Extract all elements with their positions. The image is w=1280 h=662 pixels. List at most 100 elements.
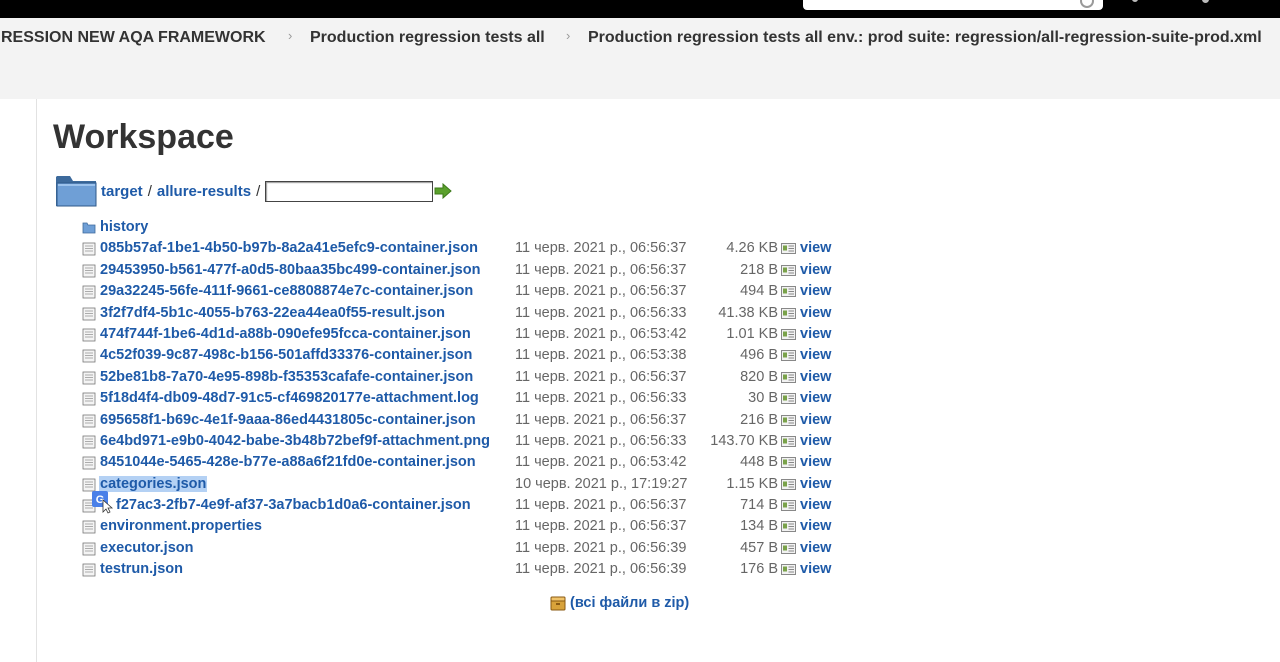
file-row: 52be81b8-7a70-4e95-898b-f35353cafafe-con… <box>82 367 842 388</box>
folder-link[interactable]: history <box>99 219 149 235</box>
view-link[interactable]: view <box>800 518 831 534</box>
file-size: 714 B <box>740 497 778 514</box>
view-icon[interactable] <box>781 500 796 512</box>
file-date: 11 черв. 2021 р., 06:56:37 <box>515 518 687 535</box>
view-icon[interactable] <box>781 286 796 298</box>
file-size: 4.26 KB <box>726 240 778 257</box>
view-icon[interactable] <box>781 243 796 255</box>
view-link[interactable]: view <box>800 412 831 428</box>
help-icon[interactable] <box>1132 0 1138 2</box>
file-row: 474f744f-1be6-4d1d-a88b-090efe95fcca-con… <box>82 324 842 345</box>
file-row: 3f2f7df4-5b1c-4055-b763-22ea44ea0f55-res… <box>82 303 842 324</box>
file-size: 134 B <box>740 518 778 535</box>
file-link[interactable]: 085b57af-1be1-4b50-b97b-8a2a41e5efc9-con… <box>99 240 479 256</box>
view-icon[interactable] <box>781 457 796 469</box>
path-segment-allure-results[interactable]: allure-results <box>157 183 251 200</box>
view-icon[interactable] <box>781 521 796 533</box>
file-size: 41.38 KB <box>718 304 778 321</box>
view-link[interactable]: view <box>800 240 831 256</box>
file-date: 11 черв. 2021 р., 06:56:37 <box>515 240 687 257</box>
view-link[interactable]: view <box>800 561 831 577</box>
download-zip-link[interactable]: (всі файли в zip) <box>570 595 689 611</box>
view-link[interactable]: view <box>800 347 831 363</box>
view-icon[interactable] <box>781 307 796 319</box>
user-icon[interactable] <box>1202 0 1209 3</box>
file-size: 176 B <box>740 561 778 578</box>
file-row: testrun.json 11 черв. 2021 р., 06:56:39 17… <box>82 559 842 580</box>
view-link[interactable]: view <box>800 305 831 321</box>
file-link[interactable]: 6e4bd971-e9b0-4042-babe-3b48b72bef9f-att… <box>99 433 491 449</box>
view-link[interactable]: view <box>800 497 831 513</box>
view-link[interactable]: view <box>800 433 831 449</box>
file-date: 11 черв. 2021 р., 06:53:38 <box>515 347 687 364</box>
view-icon[interactable] <box>781 328 796 340</box>
view-icon[interactable] <box>781 542 796 554</box>
file-row: executor.json 11 черв. 2021 р., 06:56:39 4… <box>82 538 842 559</box>
view-link[interactable]: view <box>800 326 831 342</box>
file-link[interactable]: categories.json <box>99 475 208 492</box>
file-link[interactable]: environment.properties <box>99 518 263 534</box>
folder-icon <box>82 222 96 234</box>
file-size: 496 B <box>740 347 778 364</box>
view-icon[interactable] <box>781 435 796 447</box>
view-link[interactable]: view <box>800 540 831 556</box>
file-size: 216 B <box>740 411 778 428</box>
file-date: 11 черв. 2021 р., 06:56:39 <box>515 561 687 578</box>
file-row: 6e4bd971-e9b0-4042-babe-3b48b72bef9f-att… <box>82 431 842 452</box>
breadcrumb-item-configuration[interactable]: Production regression tests all env.: pr… <box>588 29 1262 47</box>
go-arrow-icon[interactable] <box>434 183 453 199</box>
file-date: 11 черв. 2021 р., 06:56:37 <box>515 261 687 278</box>
file-size: 30 B <box>748 390 778 407</box>
file-icon <box>82 307 96 320</box>
file-icon <box>82 456 96 470</box>
file-icon <box>82 328 96 342</box>
view-link[interactable]: view <box>800 454 831 470</box>
file-link[interactable]: testrun.json <box>99 561 184 577</box>
view-icon[interactable] <box>781 350 796 362</box>
path-segment-target[interactable]: target <box>101 183 143 200</box>
file-icon <box>82 285 96 299</box>
view-link[interactable]: view <box>800 476 831 492</box>
download-zip[interactable]: (всі файли в zip) <box>550 595 689 611</box>
file-link[interactable]: 3f2f7df4-5b1c-4055-b763-22ea44ea0f55-res… <box>99 305 446 321</box>
view-icon[interactable] <box>781 264 796 276</box>
path-filter-input[interactable] <box>265 180 434 202</box>
view-link[interactable]: view <box>800 262 831 278</box>
file-size: 1.15 KB <box>726 475 778 492</box>
file-link[interactable]: executor.json <box>99 540 194 556</box>
file-link[interactable]: 474f744f-1be6-4d1d-a88b-090efe95fcca-con… <box>99 326 472 342</box>
file-link[interactable]: 52be81b8-7a70-4e95-898b-f35353cafafe-con… <box>99 369 474 385</box>
translate-icon[interactable]: G <box>91 490 115 514</box>
file-row: 695658f1-b69c-4e1f-9aaa-86ed4431805c-con… <box>82 410 842 431</box>
file-row: f27ac3-2fb7-4e9f-af37-3a7bacb1d0a6-conta… <box>82 491 842 516</box>
search-input[interactable] <box>803 0 1103 10</box>
file-icon <box>82 414 96 427</box>
file-link[interactable]: 8451044e-5465-428e-b77e-a88a6f21fd0e-con… <box>99 454 477 470</box>
file-link[interactable]: 4c52f039-9c87-498c-b156-501affd33376-con… <box>99 347 473 363</box>
view-icon[interactable] <box>781 371 796 383</box>
file-size: 218 B <box>740 261 778 278</box>
file-row: 29453950-b561-477f-a0d5-80baa35bc499-con… <box>82 260 842 281</box>
view-icon[interactable] <box>781 414 796 426</box>
breadcrumb-separator-icon: › <box>566 28 571 43</box>
view-icon[interactable] <box>781 564 796 576</box>
file-link[interactable]: 29453950-b561-477f-a0d5-80baa35bc499-con… <box>99 262 481 278</box>
file-link[interactable]: 5f18d4f4-db09-48d7-91c5-cf469820177e-att… <box>99 390 480 406</box>
file-icon <box>82 392 96 406</box>
file-size: 143.70 KB <box>710 432 778 449</box>
file-link[interactable]: f27ac3-2fb7-4e9f-af37-3a7bacb1d0a6-conta… <box>115 497 472 513</box>
view-link[interactable]: view <box>800 283 831 299</box>
file-row: 29a32245-56fe-411f-9661-ce8808874e7c-con… <box>82 281 842 302</box>
view-icon[interactable] <box>781 393 796 405</box>
file-icon <box>82 264 96 278</box>
view-icon[interactable] <box>781 478 796 490</box>
view-link[interactable]: view <box>800 369 831 385</box>
file-row: environment.properties 11 черв. 2021 р., … <box>82 516 842 537</box>
file-link[interactable]: 29a32245-56fe-411f-9661-ce8808874e7c-con… <box>99 283 474 299</box>
breadcrumb-item-job[interactable]: Production regression tests all <box>310 29 545 47</box>
file-link[interactable]: 695658f1-b69c-4e1f-9aaa-86ed4431805c-con… <box>99 412 477 428</box>
sidebar-divider <box>36 99 37 662</box>
file-icon <box>82 371 96 385</box>
view-link[interactable]: view <box>800 390 831 406</box>
breadcrumb-item-job-group[interactable]: RESSION NEW AQA FRAMEWORK <box>1 29 266 47</box>
